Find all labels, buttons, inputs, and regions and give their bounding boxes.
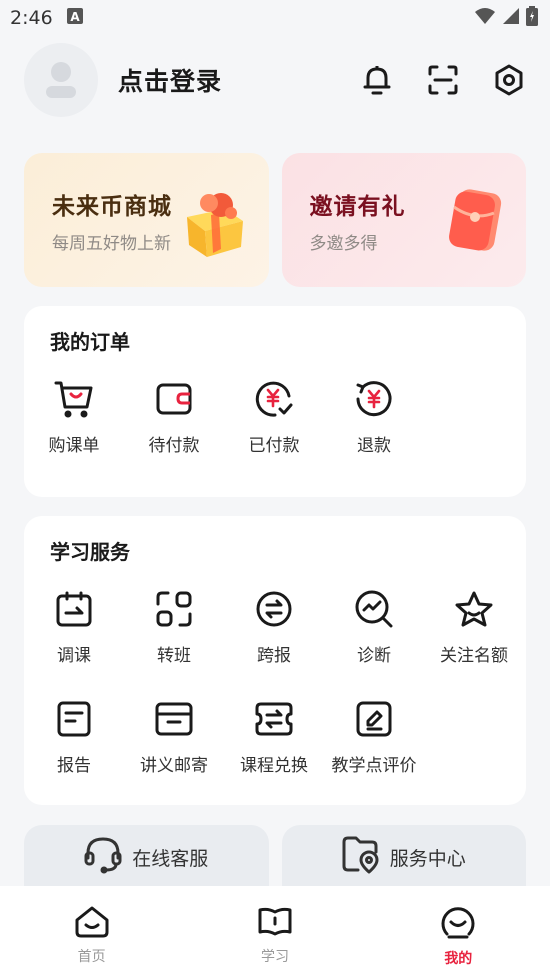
online-support-label: 在线客服: [132, 847, 209, 870]
tab-home-label: 首页: [77, 949, 106, 965]
service-cross-enroll-label: 跨报: [257, 646, 291, 666]
status-time: 2:46: [10, 7, 53, 29]
service-report[interactable]: 报告: [24, 699, 124, 776]
wallet-icon: [154, 379, 194, 419]
gift-box-icon: [181, 187, 247, 263]
service-center-label: 服务中心: [389, 847, 466, 870]
transfer-class-icon: [154, 589, 194, 629]
service-follow-quota-label: 关注名额: [440, 646, 508, 666]
status-bar: 2:46 A: [0, 0, 550, 36]
tab-study[interactable]: 学习: [183, 886, 366, 979]
service-handout-mail-label: 讲义邮寄: [140, 756, 208, 776]
cross-enroll-icon: [254, 589, 294, 629]
refund-icon: [354, 379, 394, 419]
cart-icon: [54, 379, 94, 419]
my-orders-title: 我的订单: [50, 330, 130, 354]
tab-home[interactable]: 首页: [0, 886, 183, 979]
bell-icon[interactable]: [360, 63, 394, 97]
svg-text:A: A: [70, 10, 80, 24]
order-paid-label: 已付款: [248, 436, 300, 456]
red-envelope-icon: [446, 187, 504, 257]
coin-mall-banner[interactable]: 未来币商城 每周五好物上新: [24, 153, 269, 287]
service-transfer-class[interactable]: 转班: [124, 589, 224, 666]
paid-icon: [254, 379, 294, 419]
study-services-card: 学习服务 调课 转班 跨报 诊断 关注名额 报告 讲义邮寄 课程兑换 教学点评价: [24, 516, 526, 805]
service-handout-mail[interactable]: 讲义邮寄: [124, 699, 224, 776]
service-reschedule-label: 调课: [57, 646, 91, 666]
profile-header: 点击登录: [24, 42, 526, 118]
book-icon: [258, 906, 292, 942]
star-icon: [454, 589, 494, 629]
invite-banner[interactable]: 邀请有礼 多邀多得: [281, 153, 526, 287]
order-refund-label: 退款: [357, 436, 391, 456]
avatar-placeholder-icon: [46, 62, 76, 98]
order-cart-label: 购课单: [48, 436, 100, 456]
tab-study-label: 学习: [260, 949, 289, 965]
service-cross-enroll[interactable]: 跨报: [224, 589, 324, 666]
mail-box-icon: [154, 699, 194, 739]
order-cart[interactable]: 购课单: [24, 379, 124, 456]
wifi-icon: [474, 7, 496, 30]
signal-icon: [502, 7, 520, 30]
login-link[interactable]: 点击登录: [118, 62, 222, 98]
home-face-icon: [75, 906, 109, 942]
reschedule-icon: [54, 589, 94, 629]
service-center-button[interactable]: 服务中心: [281, 825, 526, 895]
notification-a-icon: A: [66, 7, 83, 29]
tab-me[interactable]: 我的: [367, 886, 550, 979]
service-course-exchange[interactable]: 课程兑换: [224, 699, 324, 776]
study-services-title: 学习服务: [50, 540, 130, 564]
service-transfer-class-label: 转班: [157, 646, 191, 666]
report-icon: [54, 699, 94, 739]
service-report-label: 报告: [57, 756, 91, 776]
order-unpaid[interactable]: 待付款: [124, 379, 224, 456]
online-support-button[interactable]: 在线客服: [24, 825, 269, 895]
order-paid[interactable]: 已付款: [224, 379, 324, 456]
my-orders-card: 我的订单 购课单 待付款 已付款 退款: [24, 306, 526, 497]
exchange-ticket-icon: [254, 699, 294, 739]
service-course-exchange-label: 课程兑换: [240, 756, 308, 776]
review-icon: [354, 699, 394, 739]
headset-icon: [84, 836, 122, 879]
service-follow-quota[interactable]: 关注名额: [424, 589, 524, 666]
service-diagnosis-label: 诊断: [357, 646, 391, 666]
service-site-review-label: 教学点评价: [331, 756, 417, 776]
service-reschedule[interactable]: 调课: [24, 589, 124, 666]
avatar[interactable]: [24, 43, 98, 117]
battery-icon: [526, 5, 538, 31]
me-face-icon: [441, 906, 475, 944]
help-buttons: 在线客服 服务中心: [24, 825, 526, 895]
order-refund[interactable]: 退款: [324, 379, 424, 456]
bottom-tab-bar: 首页 学习 我的: [0, 886, 550, 979]
service-diagnosis[interactable]: 诊断: [324, 589, 424, 666]
tab-me-label: 我的: [444, 951, 473, 967]
settings-icon[interactable]: [492, 63, 526, 97]
promo-banners: 未来币商城 每周五好物上新 邀请有礼 多邀多得: [24, 153, 526, 287]
order-unpaid-label: 待付款: [148, 436, 200, 456]
service-center-icon: [342, 836, 380, 879]
diagnosis-icon: [354, 589, 394, 629]
service-site-review[interactable]: 教学点评价: [324, 699, 424, 776]
scan-icon[interactable]: [426, 63, 460, 97]
